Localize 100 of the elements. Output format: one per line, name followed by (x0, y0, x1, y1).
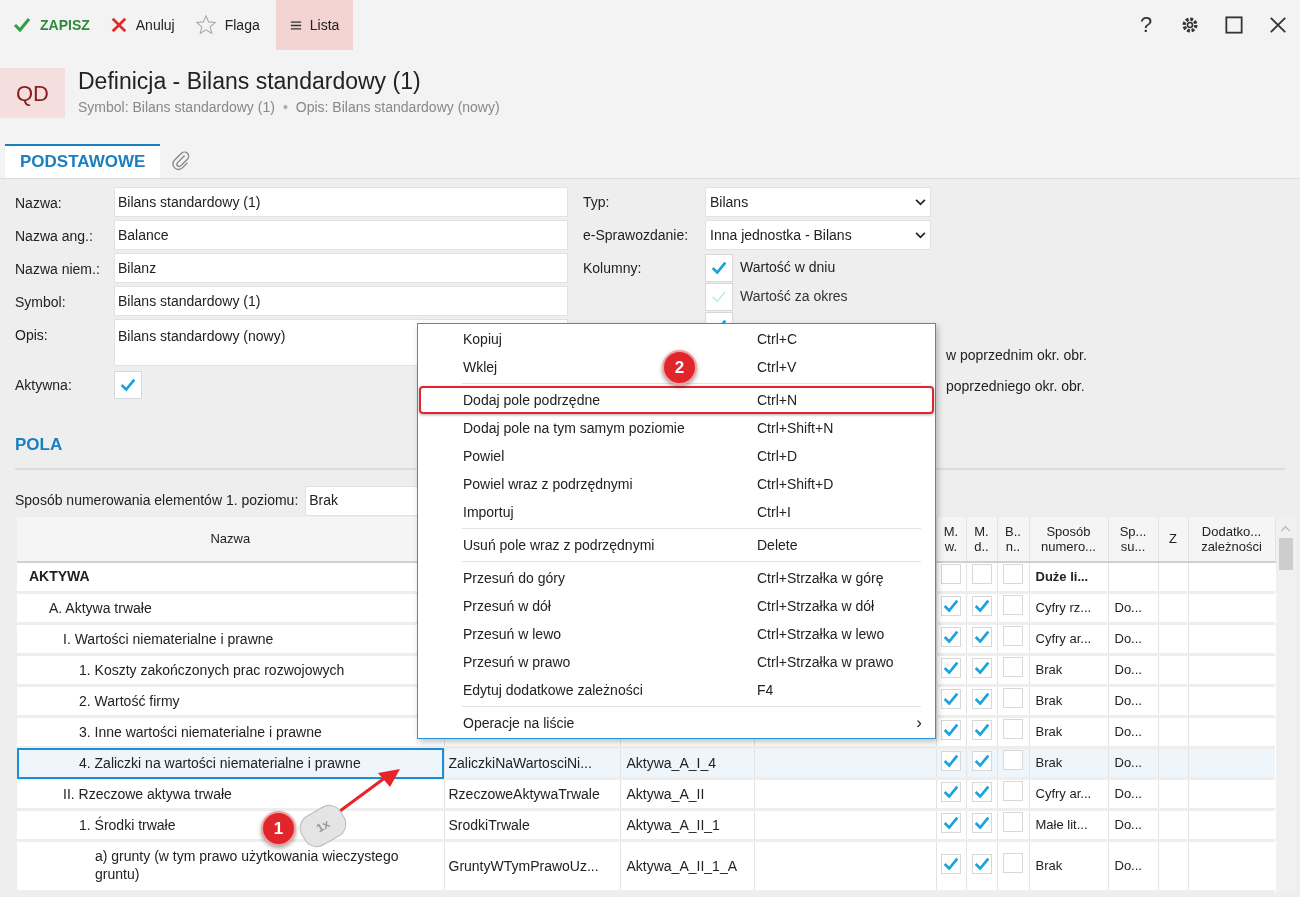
menu-icon (289, 19, 302, 31)
menu-item[interactable]: Kopiuj (463, 328, 502, 350)
input-field[interactable]: Balance (114, 220, 568, 250)
table-row[interactable]: II. Rzeczowe aktywa trwałe RzeczoweAktywaTrwale Aktywa_A_II Cyfry ar... Do... (17, 778, 1275, 810)
shortcut-label: Ctrl+Strzałka w dół (757, 596, 876, 616)
input-field[interactable]: Bilanz (114, 253, 568, 283)
menu-item[interactable]: Przesuń w prawo (463, 651, 571, 673)
table-cell: Brak (1035, 858, 1063, 874)
checkbox[interactable] (941, 812, 961, 833)
column-header[interactable]: Sposób numero... (1031, 523, 1106, 554)
checkbox[interactable] (1003, 595, 1023, 615)
checkbox[interactable] (971, 657, 992, 678)
checkbox[interactable] (941, 626, 961, 647)
shortcut-label: Ctrl+N (757, 390, 799, 410)
shortcut-label: Ctrl+Strzałka w lewo (757, 624, 886, 644)
checkbox[interactable] (971, 719, 992, 740)
checkbox[interactable] (1003, 812, 1023, 832)
checkbox[interactable] (971, 812, 992, 833)
menu-item[interactable]: Dodaj pole podrzędne (463, 389, 600, 411)
toolbar-button[interactable]: Lista (275, 0, 354, 50)
table-cell: Brak (1035, 662, 1063, 678)
checkbox[interactable] (1003, 688, 1023, 708)
checkbox[interactable] (1003, 657, 1023, 677)
table-cell: Aktywa_A_II_1_A (626, 857, 737, 874)
checkbox[interactable] (971, 688, 992, 709)
column-header[interactable]: Dodatko... zależności (1190, 523, 1273, 554)
menu-item[interactable]: Przesuń do góry (463, 567, 565, 589)
dropdown[interactable]: Bilans (705, 187, 931, 217)
chevron-up-icon[interactable] (1280, 524, 1291, 532)
checkbox[interactable] (941, 595, 961, 616)
table-cell: Aktywa_A_II_1 (626, 816, 720, 833)
table-cell: Do... (1114, 786, 1142, 802)
checkbox[interactable] (971, 781, 992, 802)
maximize-icon[interactable] (1225, 16, 1243, 34)
settings-icon[interactable] (1180, 15, 1200, 35)
field-label: Opis: (15, 326, 49, 345)
checkbox[interactable] (1003, 719, 1023, 739)
table-cell: 1. Środki trwałe (79, 815, 176, 834)
checkbox[interactable] (941, 688, 961, 709)
close-icon[interactable] (1269, 16, 1287, 34)
checkbox[interactable] (941, 657, 961, 678)
checkbox[interactable] (971, 563, 992, 584)
column-header[interactable]: Sp... su... (1110, 523, 1156, 554)
shortcut-label: Ctrl+C (757, 329, 799, 349)
dropdown[interactable]: Inna jednostka - Bilans (705, 220, 931, 250)
checkbox[interactable] (1003, 626, 1023, 646)
checkbox[interactable] (941, 750, 961, 771)
checkbox[interactable] (941, 719, 961, 740)
shortcut-label: Ctrl+V (757, 357, 798, 377)
table-cell: Brak (1035, 755, 1063, 771)
toolbar-button[interactable]: Flaga (190, 0, 264, 50)
table-cell: Cyfry ar... (1035, 786, 1092, 802)
tab[interactable]: PODSTAWOWE (5, 144, 161, 178)
menu-item[interactable]: Przesuń w lewo (463, 623, 562, 645)
checkbox[interactable] (1003, 563, 1023, 584)
subtitle: Symbol: Bilans standardowy (1) (78, 98, 275, 117)
column-header[interactable]: M. w. (938, 523, 964, 554)
menu-item[interactable]: Powiel (463, 445, 505, 467)
submenu-arrow[interactable]: › (916, 710, 922, 736)
checkbox[interactable] (941, 853, 961, 874)
table-cell: GruntyWTymPrawoUz... (448, 857, 599, 874)
checkbox-label: w poprzednim okr. obr. (946, 345, 1087, 365)
checkbox[interactable] (971, 626, 992, 647)
menu-item[interactable]: Operacje na liście (463, 712, 575, 734)
checkbox[interactable] (114, 371, 142, 399)
table-row[interactable]: 4. Zaliczki na wartości niematerialne i prawne ZaliczkiNaWartosciNi... Aktywa_A_I_4 Brak Do... (17, 747, 1275, 779)
table-cell: Brak (1035, 693, 1063, 709)
table-cell: I. Wartości niematerialne i prawne (63, 629, 274, 648)
menu-item[interactable]: Edytuj dodatkowe zależności (463, 679, 643, 701)
checkbox[interactable] (1003, 781, 1023, 801)
input-field[interactable]: Bilans standardowy (1) (114, 187, 568, 217)
column-header[interactable]: Z (1160, 531, 1186, 546)
chevron-down-icon (915, 198, 926, 206)
help-button[interactable]: ? (1139, 14, 1153, 36)
checkbox[interactable] (1003, 853, 1023, 873)
menu-item[interactable]: Usuń pole wraz z podrzędnymi (463, 534, 655, 556)
menu-item[interactable]: Przesuń w dół (463, 595, 551, 617)
table-cell: SrodkiTrwale (448, 816, 530, 833)
checkbox[interactable] (941, 563, 961, 584)
separator-dot: • (282, 98, 288, 117)
table-cell: 3. Inne wartości niematerialne i prawne (79, 722, 322, 741)
table-cell: Brak (1035, 724, 1063, 740)
table-cell: RzeczoweAktywaTrwale (448, 785, 600, 802)
table-row[interactable]: a) grunty (w tym prawo użytkowania wieczystego gruntu) GruntyWTymPrawoUz... Aktywa_A_II_1_A Brak Do... (17, 840, 1275, 892)
checkbox[interactable] (705, 253, 733, 282)
column-header[interactable]: M. d.. (968, 523, 995, 554)
table-cell: Do... (1114, 631, 1142, 647)
toolbar-button[interactable]: ZAPISZ (8, 0, 94, 50)
toolbar-button[interactable]: Anuluj (105, 0, 179, 50)
checkbox[interactable] (971, 750, 992, 771)
column-header[interactable]: B.. n.. (999, 523, 1027, 554)
checkbox[interactable] (971, 853, 992, 874)
scrollbar-thumb[interactable] (1278, 537, 1293, 570)
checkbox[interactable] (1003, 750, 1023, 770)
table-cell: AKTYWA (29, 567, 90, 586)
star-icon (194, 14, 217, 36)
checkbox-label: poprzedniego okr. obr. (946, 376, 1085, 396)
input-field[interactable]: Bilans standardowy (1) (114, 286, 568, 316)
checkbox[interactable] (941, 781, 961, 802)
checkbox[interactable] (971, 595, 992, 616)
